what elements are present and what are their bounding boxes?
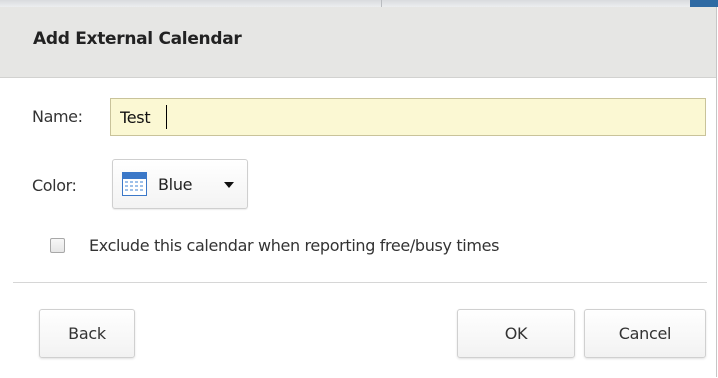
- ok-button[interactable]: OK: [457, 309, 575, 358]
- dialog-title: Add External Calendar: [33, 29, 242, 49]
- background-strip: [0, 0, 718, 7]
- text-caret: [166, 105, 167, 129]
- exclude-free-busy-label[interactable]: Exclude this calendar when reporting fre…: [89, 236, 499, 255]
- cancel-button[interactable]: Cancel: [584, 309, 706, 358]
- name-label: Name:: [32, 107, 83, 126]
- background-seam: [381, 0, 382, 7]
- dialog-header: Add External Calendar: [0, 7, 716, 78]
- dialog-divider: [13, 282, 707, 283]
- color-dropdown[interactable]: Blue: [112, 159, 248, 209]
- calendar-icon: [122, 172, 147, 196]
- color-label: Color:: [32, 176, 77, 195]
- name-input[interactable]: [110, 98, 706, 136]
- add-external-calendar-dialog: Add External Calendar Name: Color: Blue …: [0, 7, 717, 377]
- background-edge: [690, 0, 718, 7]
- exclude-free-busy-checkbox[interactable]: [50, 238, 65, 253]
- color-dropdown-value: Blue: [158, 175, 193, 194]
- back-button[interactable]: Back: [39, 309, 135, 358]
- chevron-down-icon: [224, 182, 234, 188]
